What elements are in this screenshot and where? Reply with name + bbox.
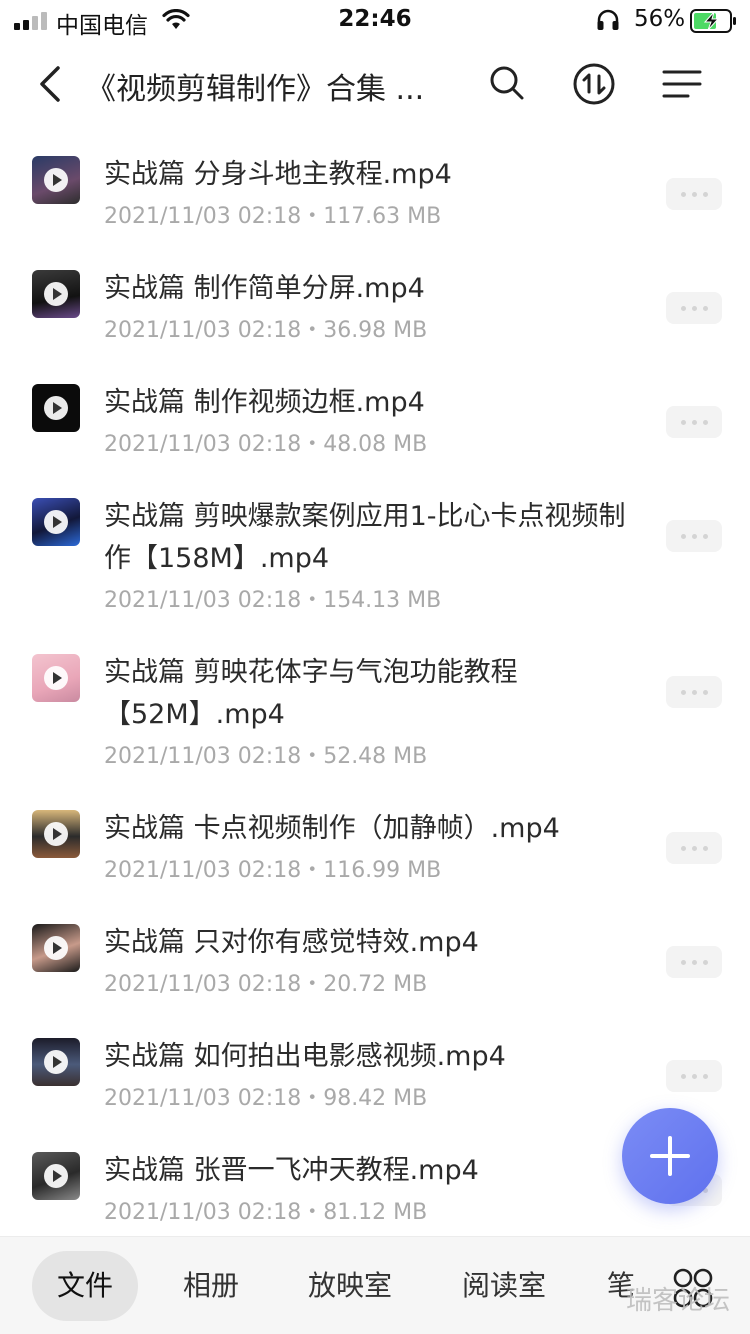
- video-thumbnail: [32, 1152, 80, 1200]
- play-icon: [44, 822, 68, 846]
- video-thumbnail: [32, 810, 80, 858]
- search-icon[interactable]: [484, 60, 532, 108]
- headphones-icon: [597, 9, 619, 30]
- video-thumbnail: [32, 270, 80, 318]
- tab-reading-room[interactable]: 阅读室: [448, 1251, 560, 1321]
- file-meta: 2021/11/03 02:18・98.42 MB: [104, 1086, 428, 1111]
- file-meta: 2021/11/03 02:18・48.08 MB: [104, 432, 428, 457]
- more-options-button[interactable]: [666, 406, 722, 438]
- more-options-button[interactable]: [666, 292, 722, 324]
- file-meta: 2021/11/03 02:18・116.99 MB: [104, 858, 442, 883]
- file-name: 实战篇 制作视频边框.mp4: [104, 387, 425, 418]
- menu-icon[interactable]: [658, 60, 706, 108]
- tab-album[interactable]: 相册: [166, 1251, 256, 1321]
- play-icon: [44, 168, 68, 192]
- play-icon: [44, 666, 68, 690]
- status-bar: 中国电信 22:46 56%: [0, 0, 750, 40]
- file-meta: 2021/11/03 02:18・36.98 MB: [104, 318, 428, 343]
- file-name: 实战篇 剪映花体字与气泡功能教程【52M】.mp4: [104, 657, 518, 730]
- more-options-button[interactable]: [666, 946, 722, 978]
- tab-files[interactable]: 文件: [32, 1251, 138, 1321]
- tab-screening-room[interactable]: 放映室: [294, 1251, 406, 1321]
- file-name: 实战篇 只对你有感觉特效.mp4: [104, 927, 479, 958]
- more-options-button[interactable]: [666, 1060, 722, 1092]
- file-name: 实战篇 张晋一飞冲天教程.mp4: [104, 1155, 479, 1186]
- file-name: 实战篇 如何拍出电影感视频.mp4: [104, 1041, 506, 1072]
- file-meta: 2021/11/03 02:18・117.63 MB: [104, 204, 442, 229]
- video-thumbnail: [32, 156, 80, 204]
- more-options-button[interactable]: [666, 676, 722, 708]
- video-thumbnail: [32, 1038, 80, 1086]
- play-icon: [44, 282, 68, 306]
- watermark: 瑞客论坛: [626, 1286, 731, 1316]
- page-title: 《视频剪辑制作》合集 ...: [86, 72, 425, 107]
- back-icon[interactable]: [30, 62, 74, 106]
- file-name: 实战篇 分身斗地主教程.mp4: [104, 159, 452, 190]
- file-meta: 2021/11/03 02:18・20.72 MB: [104, 972, 428, 997]
- more-options-button[interactable]: [666, 520, 722, 552]
- more-options-button[interactable]: [666, 178, 722, 210]
- battery-charging-icon: [690, 9, 736, 33]
- file-meta: 2021/11/03 02:18・52.48 MB: [104, 744, 428, 769]
- nav-bar: 《视频剪辑制作》合集 ...: [0, 48, 750, 122]
- file-name: 实战篇 剪映爆款案例应用1-比心卡点视频制作【158M】.mp4: [104, 501, 626, 574]
- play-icon: [44, 936, 68, 960]
- file-name: 实战篇 制作简单分屏.mp4: [104, 273, 425, 304]
- video-thumbnail: [32, 384, 80, 432]
- file-name: 实战篇 卡点视频制作（加静帧）.mp4: [104, 813, 560, 844]
- video-thumbnail: [32, 924, 80, 972]
- play-icon: [44, 1050, 68, 1074]
- play-icon: [44, 510, 68, 534]
- file-meta: 2021/11/03 02:18・154.13 MB: [104, 588, 442, 613]
- battery-percent: 56%: [634, 6, 686, 32]
- more-options-button[interactable]: [666, 832, 722, 864]
- file-meta: 2021/11/03 02:18・81.12 MB: [104, 1200, 428, 1225]
- play-icon: [44, 1164, 68, 1188]
- sort-icon[interactable]: [570, 60, 618, 108]
- add-button[interactable]: [622, 1108, 718, 1204]
- video-thumbnail: [32, 498, 80, 546]
- play-icon: [44, 396, 68, 420]
- video-thumbnail: [32, 654, 80, 702]
